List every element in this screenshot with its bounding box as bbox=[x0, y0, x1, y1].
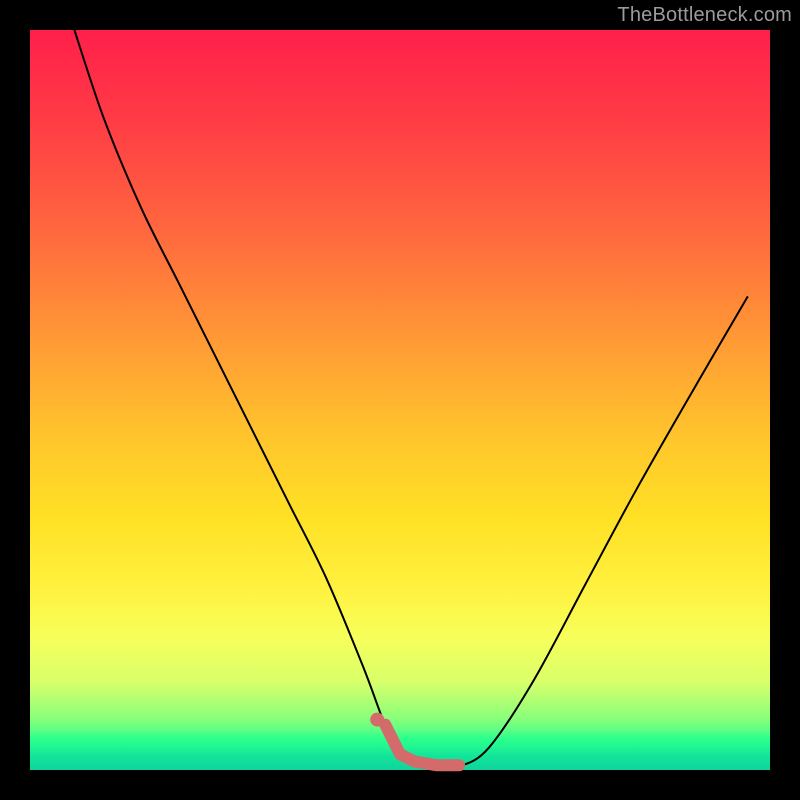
watermark-text: TheBottleneck.com bbox=[617, 4, 792, 27]
optimal-range-dot bbox=[370, 713, 384, 727]
chart-frame: TheBottleneck.com bbox=[0, 0, 800, 800]
chart-svg bbox=[30, 30, 770, 770]
optimal-range-mark bbox=[385, 725, 459, 766]
bottleneck-curve-path bbox=[74, 30, 747, 768]
